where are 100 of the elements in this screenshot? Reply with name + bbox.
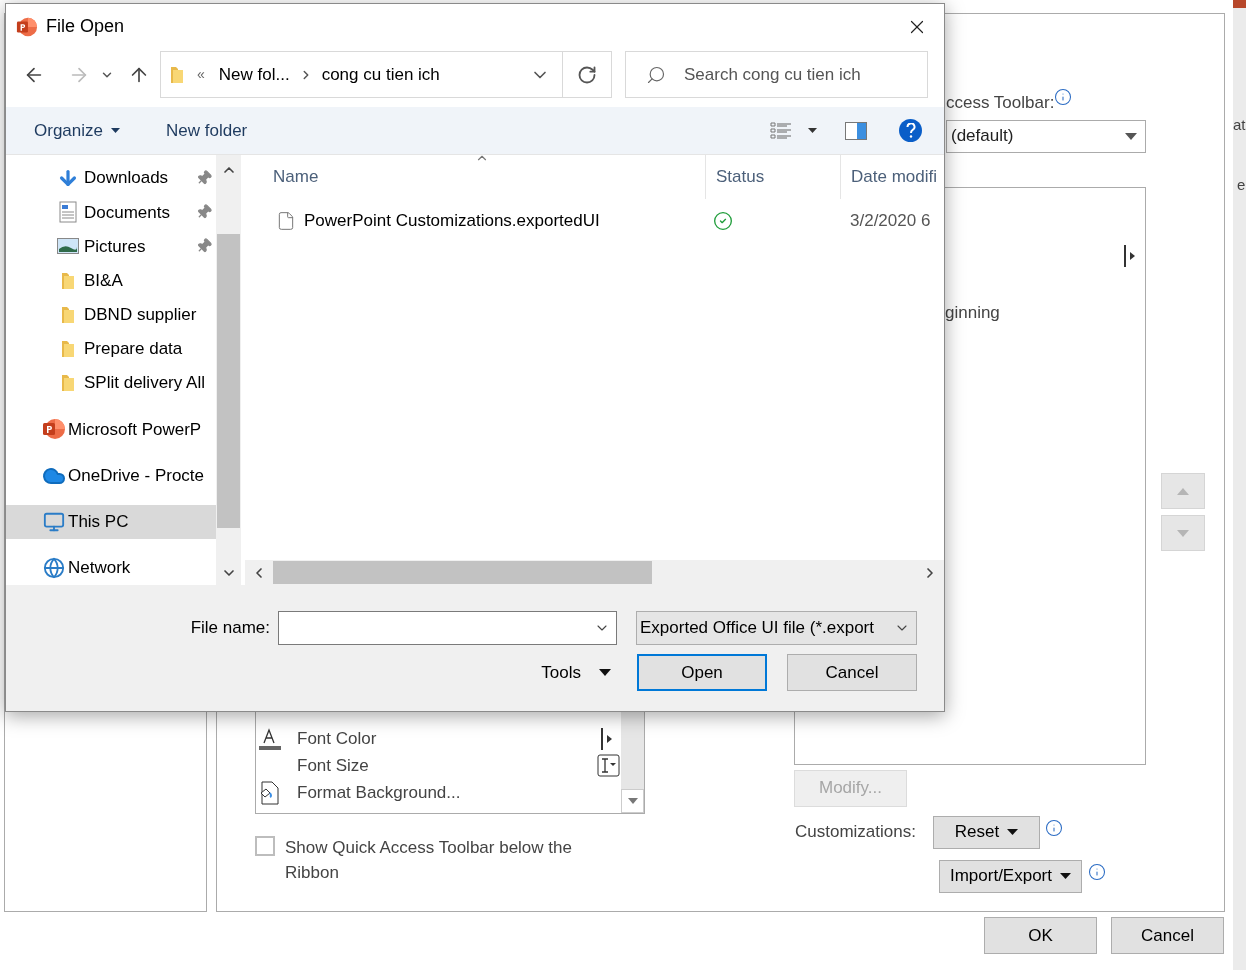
date-modified: 3/2/2020 6 xyxy=(849,210,931,233)
navigation-label: Network xyxy=(68,557,131,580)
navigation-label: BI&A xyxy=(84,269,123,292)
column-header[interactable]: Date modifi xyxy=(840,155,944,199)
command-item[interactable]: Font Size xyxy=(256,752,621,779)
document-icon xyxy=(59,201,77,224)
presentation-app-icon xyxy=(16,15,38,38)
folder-icon xyxy=(60,373,76,394)
preview-pane-icon xyxy=(845,121,867,140)
file-icon xyxy=(276,211,296,231)
navigation-item[interactable]: Prepare data xyxy=(6,331,216,367)
dropdown-arrow-icon xyxy=(599,669,611,676)
navigation-label: DBND supplier xyxy=(84,304,197,327)
help-button[interactable] xyxy=(899,119,922,142)
list-item-text[interactable]: ginning xyxy=(945,299,1145,325)
navigation-item[interactable]: Documents xyxy=(6,195,216,230)
cancel-button[interactable]: Cancel xyxy=(787,654,917,691)
globe-icon xyxy=(43,556,65,579)
navigation-item[interactable]: DBND supplier xyxy=(6,297,216,332)
navigation-label: SPlit delivery All xyxy=(84,372,205,395)
format-background-icon xyxy=(258,780,280,805)
window-title: File Open xyxy=(46,15,125,38)
file-name-label: File name: xyxy=(190,617,270,640)
cut-off-text: at xyxy=(1233,116,1246,134)
reset-button[interactable]: Reset xyxy=(932,815,1040,849)
font-color-icon xyxy=(258,726,282,751)
navigation-item[interactable]: Downloads xyxy=(6,161,216,196)
computer-icon xyxy=(43,510,65,533)
folder-icon xyxy=(60,304,76,325)
down-arrow-icon xyxy=(1177,529,1189,537)
file-name: PowerPoint Customizations.exportedUI xyxy=(304,210,600,233)
navigation-item[interactable]: Network xyxy=(6,550,216,586)
customizations-label: Customizations: xyxy=(795,821,916,844)
presentation-app-icon xyxy=(42,417,66,442)
command-label: Format Background... xyxy=(297,781,461,804)
navigation-label: This PC xyxy=(68,511,129,534)
command-item[interactable]: Format Background... xyxy=(256,779,621,806)
toolbar-select[interactable]: (default) xyxy=(946,119,1146,153)
cancel-button[interactable]: Cancel xyxy=(1111,917,1224,954)
navigation-label: Documents xyxy=(84,201,170,224)
refresh-button[interactable] xyxy=(563,51,612,98)
details-view-icon xyxy=(770,120,792,141)
command-label: Font Color xyxy=(297,727,377,750)
search-field[interactable]: Search cong cu tien ich xyxy=(625,51,928,98)
info-icon[interactable] xyxy=(1088,863,1106,881)
file-name-field[interactable] xyxy=(278,611,617,645)
dropdown-arrow-icon xyxy=(1125,132,1137,140)
folder-icon xyxy=(60,339,76,360)
dropdown-arrow-icon xyxy=(808,128,817,133)
navigation-label: Pictures xyxy=(84,235,146,258)
info-icon[interactable] xyxy=(1054,88,1073,106)
open-button[interactable]: Open xyxy=(637,654,767,691)
column-header[interactable]: Status xyxy=(705,155,840,199)
scrollbar-thumb[interactable] xyxy=(217,234,240,528)
navigation-label: OneDrive - Procte xyxy=(68,464,205,487)
navigation-label: Prepare data xyxy=(84,338,183,361)
overflow-mark: « xyxy=(197,65,205,84)
view-options-button[interactable] xyxy=(770,120,817,141)
organize-button[interactable]: Organize xyxy=(34,117,120,144)
toolbar-label: ccess Toolbar: xyxy=(946,92,1055,114)
search-icon xyxy=(646,64,666,85)
question-mark-icon xyxy=(905,123,916,138)
dropdown-arrow-icon xyxy=(1007,829,1019,835)
dropdown-arrow-icon xyxy=(1060,873,1071,879)
import-export-button[interactable]: Import/Export xyxy=(939,859,1082,893)
navigation-item[interactable]: BI&A xyxy=(6,263,216,298)
checkbox-label: Show Quick Access Toolbar below the Ribbon xyxy=(285,837,573,884)
info-icon[interactable] xyxy=(1044,819,1063,837)
navigation-item[interactable]: OneDrive - Procte xyxy=(6,458,216,493)
preview-pane-button[interactable] xyxy=(845,121,867,140)
navigation-item[interactable]: SPlit delivery All xyxy=(6,366,216,401)
command-item[interactable]: Font Color xyxy=(256,725,621,752)
column-header[interactable]: Name xyxy=(245,155,705,199)
cut-off-text: e xyxy=(1236,176,1246,194)
text-box-dropdown-icon xyxy=(596,754,620,777)
breadcrumb-item[interactable]: cong cu tien ich xyxy=(321,61,440,88)
picture-icon xyxy=(57,238,79,255)
scroll-down-icon[interactable] xyxy=(627,798,638,804)
breadcrumb-item[interactable]: New fol... xyxy=(218,61,290,88)
up-arrow-icon xyxy=(1177,487,1189,495)
tools-button[interactable]: Tools xyxy=(541,659,611,686)
navigation-label: Microsoft PowerP xyxy=(68,418,202,441)
command-label: Font Size xyxy=(297,754,369,777)
horizontal-scrollbar[interactable] xyxy=(245,560,944,585)
search-input[interactable]: Search cong cu tien ich xyxy=(684,61,924,88)
scrollbar-thumb[interactable] xyxy=(273,561,652,584)
checkbox[interactable] xyxy=(255,836,275,856)
ok-button[interactable]: OK xyxy=(984,917,1097,954)
navigation-item[interactable]: Microsoft PowerP xyxy=(6,412,216,447)
refresh-icon xyxy=(577,64,597,85)
file-row[interactable]: PowerPoint Customizations.exportedUI 3/2/2020 6 xyxy=(245,199,944,243)
navigation-item[interactable]: Pictures xyxy=(6,229,216,264)
navigation-item[interactable]: This PC xyxy=(6,504,216,539)
address-bar[interactable]: « New fol... cong cu tien ich xyxy=(160,51,563,98)
new-folder-button[interactable]: New folder xyxy=(166,117,248,144)
folder-icon xyxy=(169,64,185,85)
vertical-scrollbar[interactable] xyxy=(216,155,241,585)
file-type-dropdown[interactable]: Exported Office UI file (*.export xyxy=(636,611,917,645)
navigation-label: Downloads xyxy=(84,167,169,190)
folder-icon xyxy=(60,270,76,291)
